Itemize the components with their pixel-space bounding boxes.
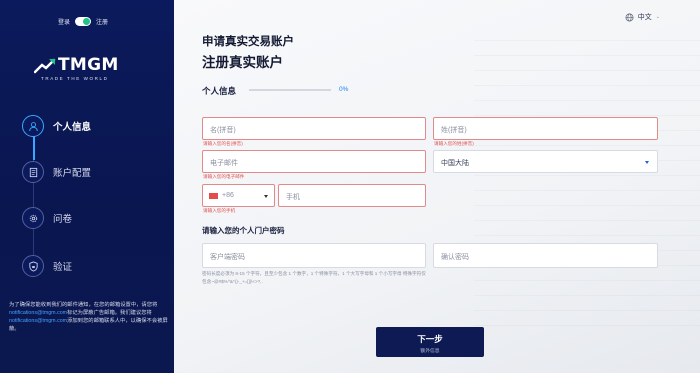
email-error: 请输入您的电子邮件: [203, 174, 245, 179]
next-step-button[interactable]: 下一步 额外信息: [376, 327, 484, 357]
section-title-personal-info: 个人信息: [202, 86, 237, 96]
notice-email-link-1[interactable]: notifications@tmgm.com: [9, 310, 67, 316]
tmgm-logo[interactable]: TMGM TRADE THE WORLD: [34, 54, 144, 84]
step-circle: [22, 115, 44, 137]
confirm-password-input[interactable]: 确认密码: [433, 243, 658, 268]
confirm-password-placeholder: 确认密码: [441, 254, 469, 261]
password-rules-hint: 密码长度必须为 8-15 个字符，且至少包含 1 个数字，1 个特殊字符，1 个…: [202, 271, 426, 284]
step-label: 问卷: [53, 214, 73, 225]
logo-text: TMGM: [58, 55, 119, 75]
toggle-knob: [83, 18, 91, 25]
step-circle: [22, 161, 44, 183]
dropdown-caret-icon: [264, 195, 268, 198]
notice-text-1: 为了确保您能收到我们的邮件通知，在您的邮箱设置中，请您将: [9, 302, 158, 308]
logo-tagline: TRADE THE WORLD: [41, 76, 109, 81]
language-selector[interactable]: 中文 ⌄: [625, 12, 660, 22]
phone-code-select[interactable]: +86: [202, 184, 275, 207]
step-account-config[interactable]: 账户配置: [22, 161, 91, 183]
first-name-placeholder: 名(拼音): [210, 127, 236, 134]
globe-icon: [625, 13, 634, 21]
user-icon: [28, 121, 38, 131]
logo-arrow-icon: [34, 58, 56, 74]
progress-bar: [249, 89, 331, 91]
email-input[interactable]: 电子邮件: [202, 150, 426, 173]
notice-text-2: 标记为屏蔽广告邮箱。我们建议您将: [67, 310, 152, 316]
steps-connector-active: [33, 136, 35, 160]
login-label[interactable]: 登录: [58, 17, 70, 26]
password-section-title: 请输入您的个人门户密码: [202, 226, 285, 235]
register-label[interactable]: 注册: [96, 17, 108, 26]
country-value: 中国大陆: [441, 160, 469, 167]
shield-lock-icon: [28, 260, 38, 272]
notice-email-link-2[interactable]: notifications@tmgm.com: [9, 318, 67, 324]
first-name-error: 请输入您的名(拼音): [203, 141, 243, 146]
password-placeholder: 客户端密码: [210, 254, 245, 261]
step-questionnaire[interactable]: 问卷: [22, 207, 72, 229]
step-verification[interactable]: 验证: [22, 255, 72, 277]
last-name-error: 请输入您的姓(拼音): [434, 141, 474, 146]
email-placeholder: 电子邮件: [210, 160, 238, 167]
step-label: 账户配置: [53, 168, 92, 179]
document-icon: [29, 167, 37, 177]
last-name-placeholder: 姓(拼音): [441, 127, 467, 134]
step-label: 验证: [53, 262, 73, 273]
country-select[interactable]: 中国大陆: [433, 150, 658, 173]
login-register-toggle-row: 登录 注册: [58, 17, 108, 26]
phone-code-value: +86: [222, 192, 234, 199]
first-name-input[interactable]: 名(拼音): [202, 117, 426, 140]
last-name-input[interactable]: 姓(拼音): [433, 117, 658, 140]
phone-error: 请输入您的手机: [203, 208, 236, 213]
sidebar: 登录 注册 TMGM TRADE THE WORLD 个人信息 账户配置 问卷: [0, 0, 174, 373]
language-label: 中文: [637, 14, 652, 21]
step-circle: [22, 207, 44, 229]
phone-input[interactable]: 手机: [278, 184, 426, 207]
page-title: 申请真实交易账户: [202, 36, 294, 48]
gear-icon: [29, 214, 37, 222]
step-personal-info[interactable]: 个人信息: [22, 115, 91, 137]
step-label: 个人信息: [53, 122, 92, 133]
progress-percent: 0%: [339, 86, 349, 93]
main-panel: 中文 ⌄ 申请真实交易账户 注册真实账户 个人信息 0% 名(拼音) 请输入您的…: [174, 0, 700, 373]
email-notice: 为了确保您能收到我们的邮件通知，在您的邮箱设置中，请您将 notification…: [9, 301, 169, 333]
page-subtitle: 注册真实账户: [202, 55, 283, 70]
chevron-down-icon: ⌄: [655, 14, 660, 20]
step-circle: [22, 255, 44, 277]
dropdown-caret-icon: [645, 161, 649, 164]
next-button-sublabel: 额外信息: [420, 349, 440, 354]
phone-placeholder: 手机: [286, 194, 300, 201]
china-flag-icon: [209, 193, 218, 199]
login-register-toggle[interactable]: [75, 17, 92, 26]
next-button-label: 下一步: [417, 334, 443, 344]
password-input[interactable]: 客户端密码: [202, 243, 426, 268]
background-decoration: [474, 40, 700, 340]
